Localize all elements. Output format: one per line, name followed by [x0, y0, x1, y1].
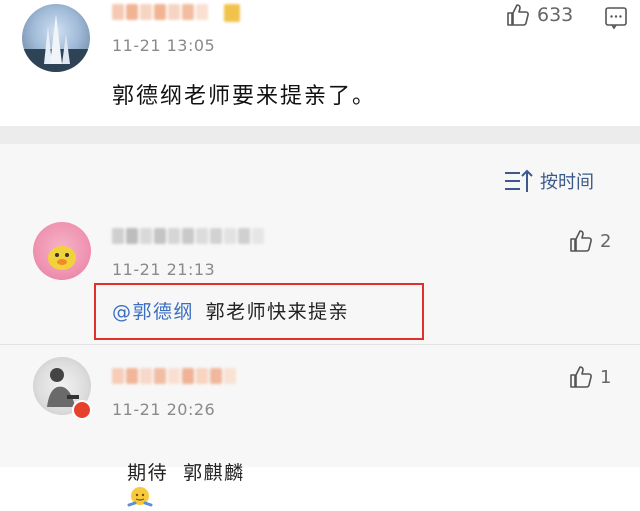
- reply-divider: [0, 344, 640, 345]
- sort-by-time-button[interactable]: 按时间: [504, 168, 594, 194]
- like-count: 2: [600, 230, 612, 252]
- avatar[interactable]: [22, 4, 90, 72]
- comment-text: 郭德纲老师要来提亲了。: [112, 84, 377, 109]
- shrug-emoji-icon: [127, 487, 153, 507]
- thumbs-up-icon: [570, 366, 592, 388]
- thumbs-up-icon: [507, 4, 529, 26]
- username-blurred[interactable]: [112, 4, 240, 22]
- avatar-image: [48, 246, 76, 270]
- section-divider: [0, 126, 640, 144]
- reply-time: 11-21 21:13: [112, 260, 216, 279]
- username-blurred[interactable]: [112, 228, 264, 244]
- username-blurred[interactable]: [112, 368, 236, 384]
- reply-time: 11-21 20:26: [112, 400, 216, 419]
- like-button[interactable]: 2: [568, 228, 611, 254]
- avatar-image: [22, 14, 90, 72]
- thumbs-up-icon: [570, 230, 592, 252]
- reply-text: 期待 郭麒麟: [112, 436, 245, 511]
- sort-label: 按时间: [540, 172, 594, 193]
- like-count: 633: [537, 4, 574, 26]
- like-count: 1: [600, 366, 612, 388]
- comment-icon[interactable]: [604, 6, 628, 34]
- sort-icon: [505, 169, 533, 192]
- comment-time: 11-21 13:05: [112, 36, 216, 55]
- like-button[interactable]: 1: [568, 364, 611, 390]
- reply-body: 期待 郭麒麟: [127, 462, 245, 484]
- avatar[interactable]: [33, 222, 91, 280]
- highlight-annotation: [94, 283, 424, 340]
- verified-badge-icon: [72, 400, 92, 420]
- like-button[interactable]: 633: [505, 2, 573, 28]
- main-comment: 11-21 13:05 633 郭德纲老师要来提亲了。: [0, 0, 640, 126]
